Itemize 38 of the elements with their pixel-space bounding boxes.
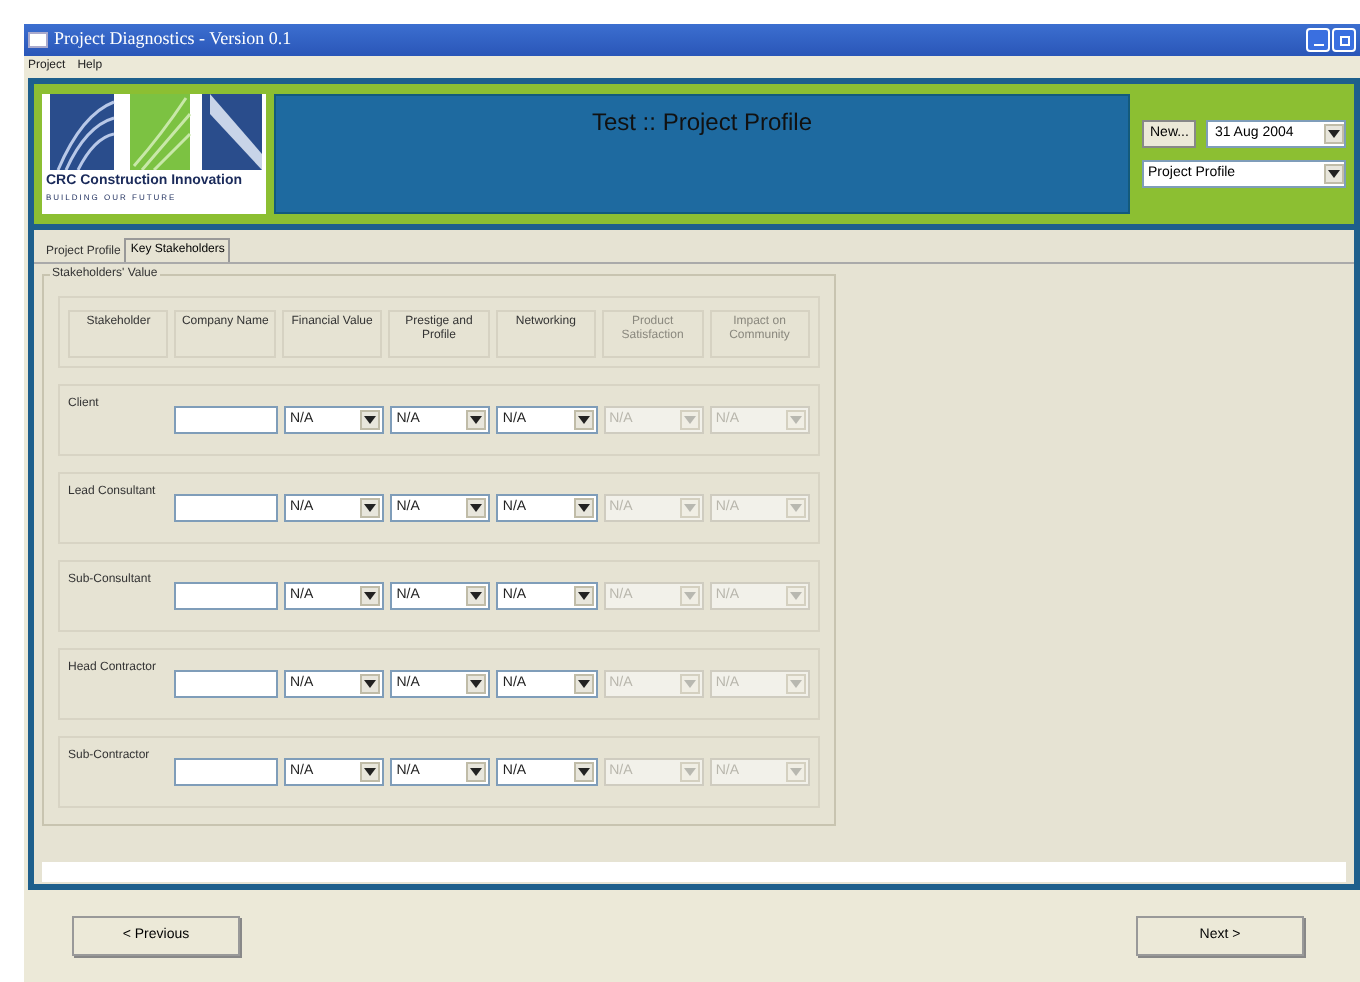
dropdown-arrow-icon (573, 410, 594, 430)
dropdown-arrow-icon (679, 586, 700, 606)
dropdown-arrow-icon (360, 498, 381, 518)
dropdown-arrow-icon (360, 674, 381, 694)
dropdown-arrow-icon (573, 674, 594, 694)
dropdown-arrow-icon (360, 762, 381, 782)
dropdown-arrow-icon (679, 498, 700, 518)
dropdown-arrow-icon (1324, 124, 1344, 144)
company-name-field[interactable] (174, 670, 278, 698)
dropdown-arrow-icon (466, 410, 487, 430)
dropdown-arrow-icon (573, 586, 594, 606)
dropdown-arrow-icon (786, 674, 807, 694)
dropdown-arrow-icon (679, 762, 700, 782)
dropdown-arrow-icon (573, 762, 594, 782)
company-name-field[interactable] (174, 494, 278, 522)
dropdown-arrow-icon (679, 674, 700, 694)
horizontal-scrollbar[interactable] (42, 862, 1346, 882)
dropdown-arrow-icon (786, 762, 807, 782)
dropdown-arrow-icon (679, 410, 700, 430)
dropdown-arrow-icon (466, 762, 487, 782)
dropdown-arrow-icon (466, 498, 487, 518)
company-name-field[interactable] (174, 758, 278, 786)
dropdown-arrow-icon (360, 586, 381, 606)
app-icon (28, 32, 48, 48)
page-title: Test :: Project Profile (591, 106, 813, 140)
company-name-field[interactable] (174, 406, 278, 434)
minimize-button[interactable] (1306, 28, 1330, 52)
dropdown-arrow-icon (466, 586, 487, 606)
dropdown-arrow-icon (786, 498, 807, 518)
window-title: Project Diagnostics - Version 0.1 (54, 26, 292, 53)
dropdown-arrow-icon (466, 674, 487, 694)
company-name-field[interactable] (174, 582, 278, 610)
restore-button[interactable] (1332, 28, 1356, 52)
dropdown-arrow-icon (786, 410, 807, 430)
dropdown-arrow-icon (360, 410, 381, 430)
dropdown-arrow-icon (786, 586, 807, 606)
dropdown-arrow-icon (1324, 164, 1344, 184)
dropdown-arrow-icon (573, 498, 594, 518)
